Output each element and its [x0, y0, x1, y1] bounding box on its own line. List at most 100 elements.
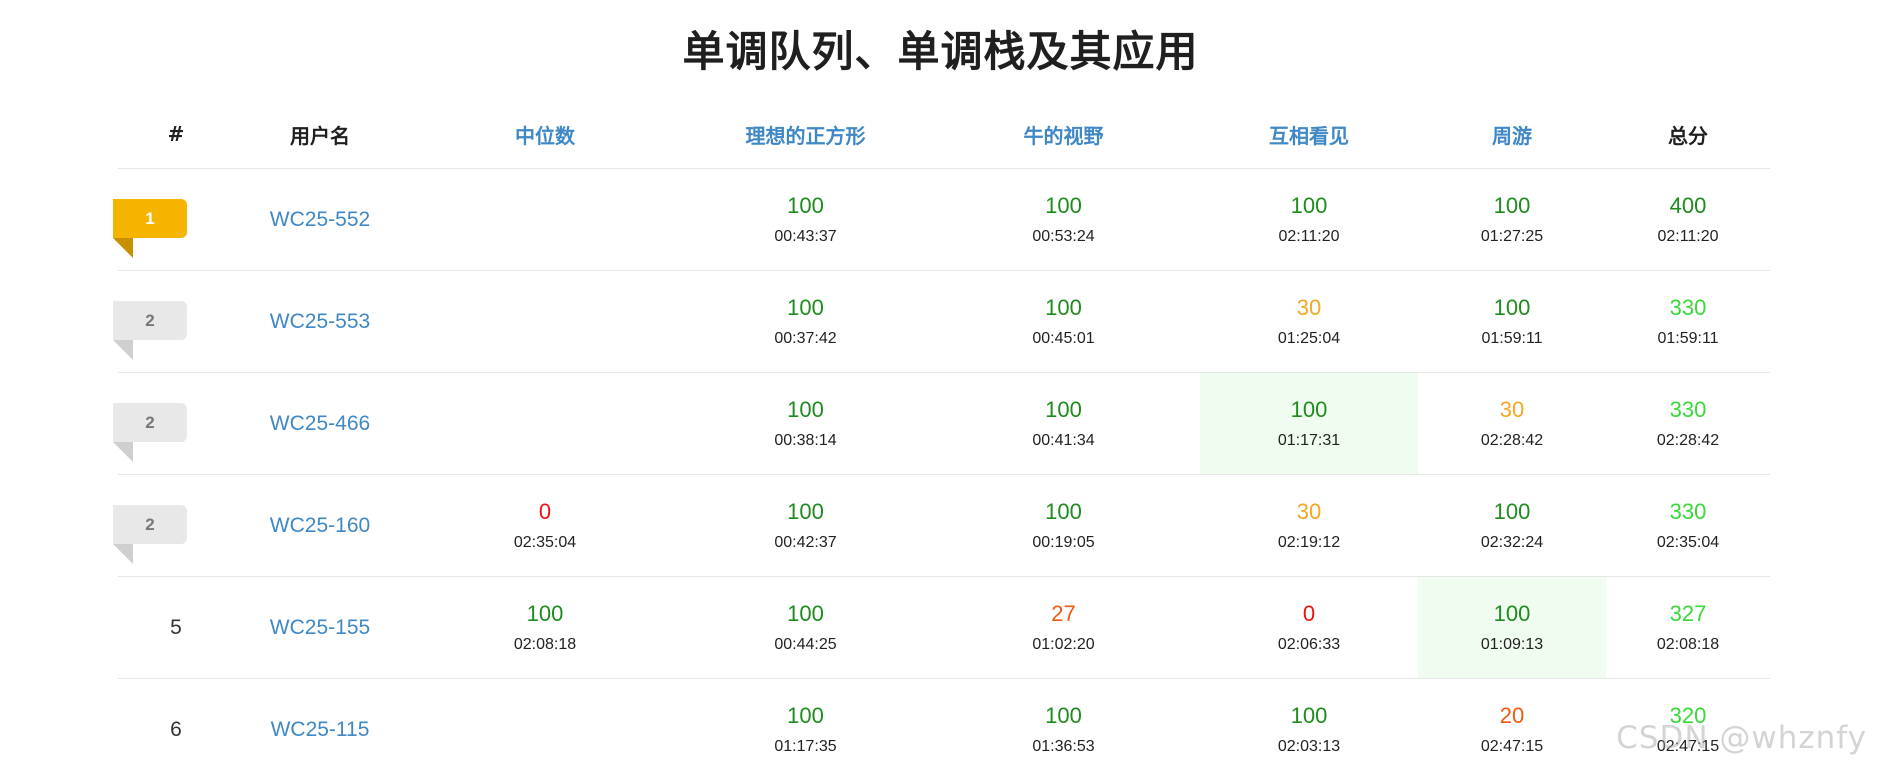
problem-score: 100	[1045, 294, 1082, 320]
problem-time: 01:27:25	[1480, 227, 1544, 245]
problem-score: 100	[1290, 702, 1328, 728]
problem-score: 100	[787, 396, 824, 422]
problem-time: 00:43:37	[774, 227, 837, 245]
total-cell: 327 02:08:18	[1606, 577, 1770, 678]
scoreboard-table: # 用户名 中位数 理想的正方形 牛的视野 互相看见 周游 总分 1 WC25-5…	[113, 100, 1770, 780]
username-cell: WC25-115	[234, 679, 406, 780]
problem-score-cell: 100 00:42:37	[684, 475, 927, 576]
header-problem-3[interactable]: 牛的视野	[927, 120, 1200, 149]
username-link[interactable]: WC25-160	[270, 514, 370, 538]
header-problem-2[interactable]: 理想的正方形	[684, 120, 927, 149]
problem-score: 100	[1045, 192, 1082, 218]
total-cell: 330 02:35:04	[1606, 475, 1770, 576]
problem-score-cell: 27 01:02:20	[927, 577, 1200, 678]
problem-score-cell: 100 02:08:18	[406, 577, 684, 678]
total-time: 02:35:04	[1656, 533, 1720, 551]
table-row: 2 WC25-466 100 00:38:14 100 00:41:34 100 01:17:…	[113, 373, 1770, 475]
username-link[interactable]: WC25-553	[270, 310, 370, 334]
problem-score-cell: 100 00:45:01	[927, 271, 1200, 372]
total-cell: 330 01:59:11	[1606, 271, 1770, 372]
problem-time: 02:28:42	[1480, 431, 1544, 449]
header-problem-5[interactable]: 周游	[1418, 120, 1606, 149]
problem-score-cell: 100 00:37:42	[684, 271, 927, 372]
problem-score: 100	[1493, 294, 1531, 320]
total-time: 02:28:42	[1656, 431, 1720, 449]
username-link[interactable]: WC25-155	[270, 616, 370, 640]
total-cell: 400 02:11:20	[1606, 169, 1770, 270]
problem-score: 30	[1296, 294, 1322, 320]
problem-time: 00:19:05	[1032, 533, 1095, 551]
rank-ribbon-silver: 2	[113, 403, 187, 462]
problem-time: 00:42:37	[774, 533, 837, 551]
username-cell: WC25-155	[234, 577, 406, 678]
table-row: 2 WC25-553 100 00:37:42 100 00:45:01 30 01:25:0…	[113, 271, 1770, 373]
total-time: 02:11:20	[1657, 227, 1719, 245]
total-score: 327	[1669, 600, 1707, 626]
problem-time: 00:45:01	[1032, 329, 1095, 347]
rank-cell: 1	[113, 169, 234, 270]
problem-score-cell: 100 01:17:35	[684, 679, 927, 780]
problem-score-cell	[406, 679, 684, 780]
problem-time: 02:47:15	[1480, 737, 1544, 755]
problem-score: 100	[1493, 498, 1531, 524]
problem-time: 02:11:20	[1278, 227, 1340, 245]
problem-score-cell: 100 00:44:25	[684, 577, 927, 678]
username-link[interactable]: WC25-115	[271, 718, 370, 742]
problem-score-cell: 100 02:11:20	[1200, 169, 1418, 270]
username-cell: WC25-553	[234, 271, 406, 372]
rank-cell: 5	[118, 577, 234, 678]
username-cell: WC25-552	[234, 169, 406, 270]
table-header: # 用户名 中位数 理想的正方形 牛的视野 互相看见 周游 总分	[118, 100, 1770, 169]
problem-score-cell: 100 00:19:05	[927, 475, 1200, 576]
username-cell: WC25-466	[234, 373, 406, 474]
problem-time: 00:53:24	[1032, 227, 1095, 245]
problem-score: 27	[1051, 600, 1076, 626]
username-link[interactable]: WC25-552	[270, 208, 370, 232]
problem-score: 30	[1296, 498, 1322, 524]
table-row: 2 WC25-160 0 02:35:04 100 00:42:37 100 00:19:05…	[113, 475, 1770, 577]
problem-score-cell: 100 01:59:11	[1418, 271, 1606, 372]
header-username: 用户名	[290, 123, 350, 148]
problem-time: 01:02:20	[1032, 635, 1095, 653]
problem-score-cell: 20 02:47:15	[1418, 679, 1606, 780]
rank-number: 6	[170, 717, 182, 741]
problem-time: 00:41:34	[1032, 431, 1095, 449]
problem-score: 20	[1499, 702, 1525, 728]
problem-time: 02:32:24	[1480, 533, 1544, 551]
problem-score: 100	[787, 498, 824, 524]
header-total: 总分	[1668, 123, 1708, 148]
total-score: 330	[1669, 294, 1707, 320]
problem-score: 100	[1493, 192, 1531, 218]
problem-score: 100	[1493, 600, 1531, 626]
problem-score: 100	[1290, 192, 1328, 218]
problem-time: 02:08:18	[513, 635, 577, 653]
total-time: 02:08:18	[1656, 635, 1720, 653]
problem-score: 100	[526, 600, 564, 626]
problem-score-cell: 30 02:19:12	[1200, 475, 1418, 576]
total-cell: 330 02:28:42	[1606, 373, 1770, 474]
header-rank: #	[167, 122, 185, 146]
rank-ribbon-silver: 2	[113, 505, 187, 564]
problem-score: 100	[1045, 498, 1082, 524]
rank-cell: 6	[118, 679, 234, 780]
total-score: 330	[1669, 396, 1707, 422]
problem-score: 100	[1045, 396, 1082, 422]
problem-score: 100	[787, 192, 824, 218]
problem-score-cell: 30 01:25:04	[1200, 271, 1418, 372]
username-link[interactable]: WC25-466	[270, 412, 370, 436]
problem-time: 00:44:25	[774, 635, 837, 653]
problem-score-cell: 100 00:43:37	[684, 169, 927, 270]
total-score: 330	[1669, 498, 1707, 524]
problem-score-cell: 100 02:32:24	[1418, 475, 1606, 576]
problem-time: 01:09:13	[1480, 635, 1544, 653]
problem-score-cell: 100 02:03:13	[1200, 679, 1418, 780]
table-body: 1 WC25-552 100 00:43:37 100 00:53:24 100 02:11:…	[113, 169, 1770, 780]
header-problem-4[interactable]: 互相看见	[1200, 120, 1418, 149]
rank-cell: 2	[113, 475, 234, 576]
problem-score-cell: 100 00:38:14	[684, 373, 927, 474]
problem-time: 00:37:42	[774, 329, 837, 347]
problem-score: 0	[538, 498, 552, 524]
problem-time: 02:19:12	[1277, 533, 1341, 551]
header-problem-1[interactable]: 中位数	[406, 120, 684, 149]
problem-time: 01:17:31	[1277, 431, 1341, 449]
